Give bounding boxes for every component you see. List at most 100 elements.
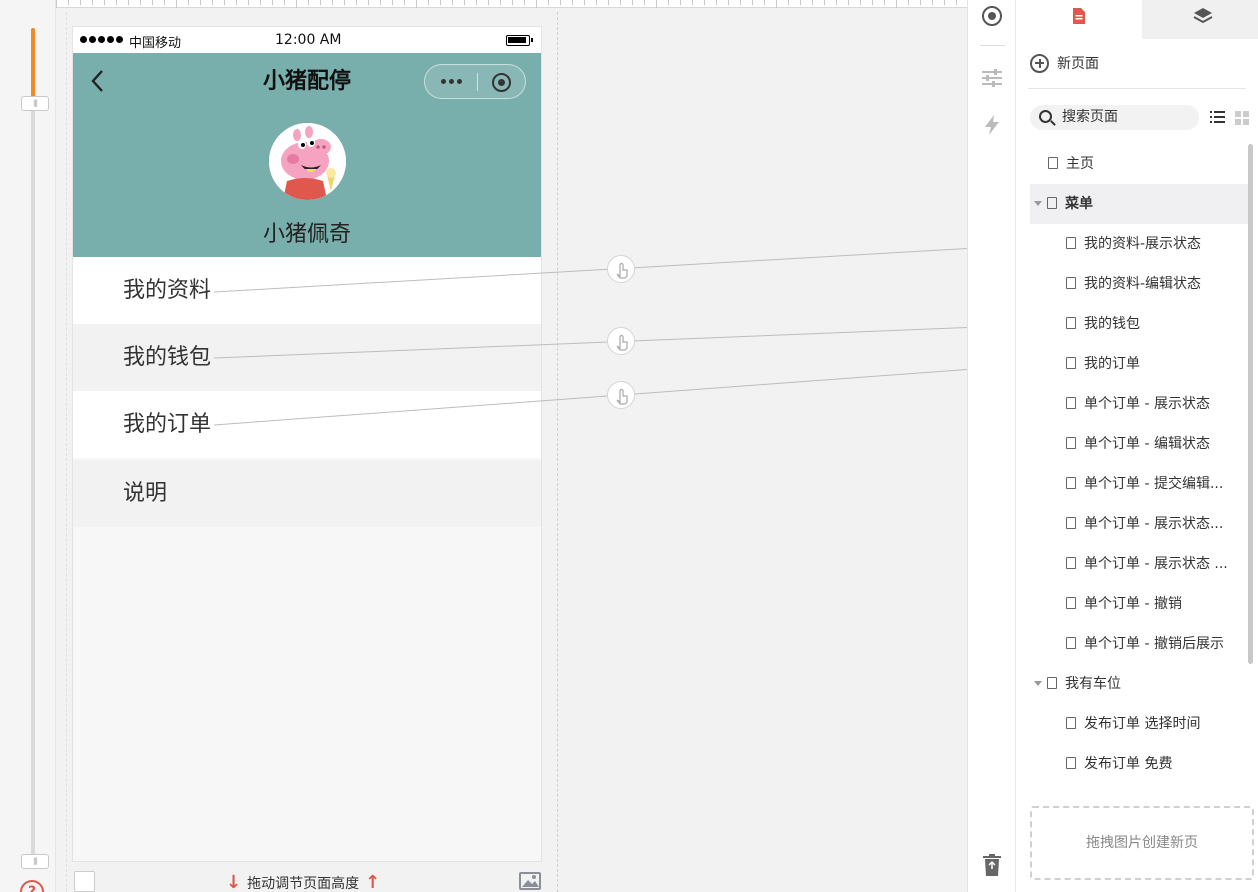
tree-item[interactable]: 单个订单 - 展示状态... [1030,504,1248,544]
tree-item[interactable]: 我有车位 [1030,664,1248,704]
help-icon[interactable]: ? [20,880,44,892]
tree-item-label: 单个订单 - 展示状态 [1084,396,1210,412]
panel-tabs [1016,0,1258,39]
menu-item-wallet[interactable]: 我的钱包 [73,324,541,391]
document-icon [1066,437,1076,449]
ruler-tick [512,0,513,5]
tree-item[interactable]: 单个订单 - 展示状态 [1030,384,1248,424]
tree-item[interactable]: 单个订单 - 撤销 [1030,584,1248,624]
document-icon [1066,397,1076,409]
settings-target-icon[interactable] [980,4,1004,28]
ruler-tick [596,0,597,5]
tree-item-label: 我的资料-展示状态 [1084,236,1202,252]
panel-divider [1028,88,1246,89]
ruler-tick [848,0,849,5]
document-icon [1066,517,1076,529]
ruler-tick [164,0,165,5]
target-icon[interactable] [492,73,511,92]
ruler-tick [860,0,861,5]
profile-header: 小猪配停 小猪佩奇 [73,53,541,257]
search-input[interactable]: 搜索页面 [1030,105,1199,130]
tree-item[interactable]: 发布订单 免费 [1030,744,1248,784]
new-page-button[interactable]: 新页面 [1030,53,1099,73]
tree-item[interactable]: 主页 [1030,144,1248,184]
menu-item-about[interactable]: 说明 [73,460,541,527]
ruler-tick [500,0,501,5]
tree-item[interactable]: 单个订单 - 展示状态 ... [1030,544,1248,584]
ruler-tick [248,0,249,5]
more-dots-icon[interactable] [441,79,462,84]
tree-item[interactable]: 单个订单 - 撤销后展示 [1030,624,1248,664]
lightning-icon[interactable] [980,113,1004,137]
plus-icon [1030,53,1049,73]
avatar[interactable] [269,123,346,200]
ruler-tick [380,0,381,5]
ruler-tick [824,0,825,5]
tree-item-label: 我的资料-编辑状态 [1084,276,1202,292]
page-checkbox[interactable] [74,871,95,892]
tree-item[interactable]: 单个订单 - 提交编辑... [1030,464,1248,504]
caret-down-icon[interactable] [1034,200,1042,206]
tab-pages[interactable] [1016,0,1142,39]
ruler-tick [920,0,921,5]
tree-item[interactable]: 发布订单 选择时间 [1030,704,1248,744]
search-placeholder: 搜索页面 [1062,109,1118,125]
ruler-tick [272,0,273,5]
ruler-tick [668,0,669,5]
tree-item[interactable]: 我的资料-展示状态 [1030,224,1248,264]
ruler-tick [296,0,297,8]
ruler-tick [392,0,393,5]
recycle-bin-icon[interactable] [981,853,1003,877]
tab-layers[interactable] [1142,0,1258,39]
menu-item-orders[interactable]: 我的订单 [73,391,541,458]
ruler-tick [680,0,681,5]
hand-pointer-icon[interactable] [607,381,635,409]
scrollbar[interactable] [1248,144,1253,664]
tree-item-label: 菜单 [1065,196,1093,212]
tree-item-label: 单个订单 - 展示状态 ... [1084,556,1228,572]
profile-name: 小猪佩奇 [262,222,351,247]
zoom-handle-bottom[interactable]: ||| [21,854,49,869]
tree-item[interactable]: 我的钱包 [1030,304,1248,344]
layers-icon [1193,8,1213,24]
ruler-tick [944,0,945,5]
tree-item[interactable]: 单个订单 - 编辑状态 [1030,424,1248,464]
ruler-tick [524,0,525,5]
ruler-tick [932,0,933,5]
grid-view-icon[interactable] [1235,111,1249,125]
tree-item[interactable]: 我的资料-编辑状态 [1030,264,1248,304]
ruler-tick [200,0,201,5]
tree-item-label: 单个订单 - 撤销 [1084,596,1182,612]
tree-item-label: 单个订单 - 编辑状态 [1084,436,1210,452]
peppa-avatar-icon [269,123,346,200]
document-icon [1066,277,1076,289]
ruler-tick [68,0,69,5]
tree-item[interactable]: 我的订单 [1030,344,1248,384]
list-view-icon[interactable] [1210,111,1225,124]
ruler-tick [344,0,345,5]
capsule-divider [477,73,478,91]
menu-item-profile[interactable]: 我的资料 [73,257,541,324]
document-icon [1047,677,1057,689]
ruler-tick [320,0,321,5]
document-icon [1066,357,1076,369]
hand-pointer-icon[interactable] [607,255,635,283]
image-drop-zone[interactable]: 拖拽图片创建新页 [1030,806,1254,880]
ruler-tick [92,0,93,5]
battery-icon [506,35,533,46]
tree-item[interactable]: 菜单 [1030,184,1248,224]
ruler-tick [740,0,741,5]
zoom-handle-top[interactable]: ||| [21,96,49,111]
image-icon[interactable] [519,872,541,890]
caret-down-icon[interactable] [1034,680,1042,686]
hand-pointer-icon[interactable] [607,327,635,355]
zoom-track[interactable] [31,28,35,868]
ruler-tick [584,0,585,5]
status-bar: 中国移动 12:00 AM [73,27,541,53]
ruler-tick [128,0,129,5]
sliders-icon[interactable] [980,66,1004,90]
ruler-tick [176,0,177,8]
drag-height-handle[interactable]: ↓ 拖动调节页面高度 ↑ [226,872,380,892]
signal-icon [80,36,123,43]
arrow-up-icon: ↑ [365,872,381,892]
